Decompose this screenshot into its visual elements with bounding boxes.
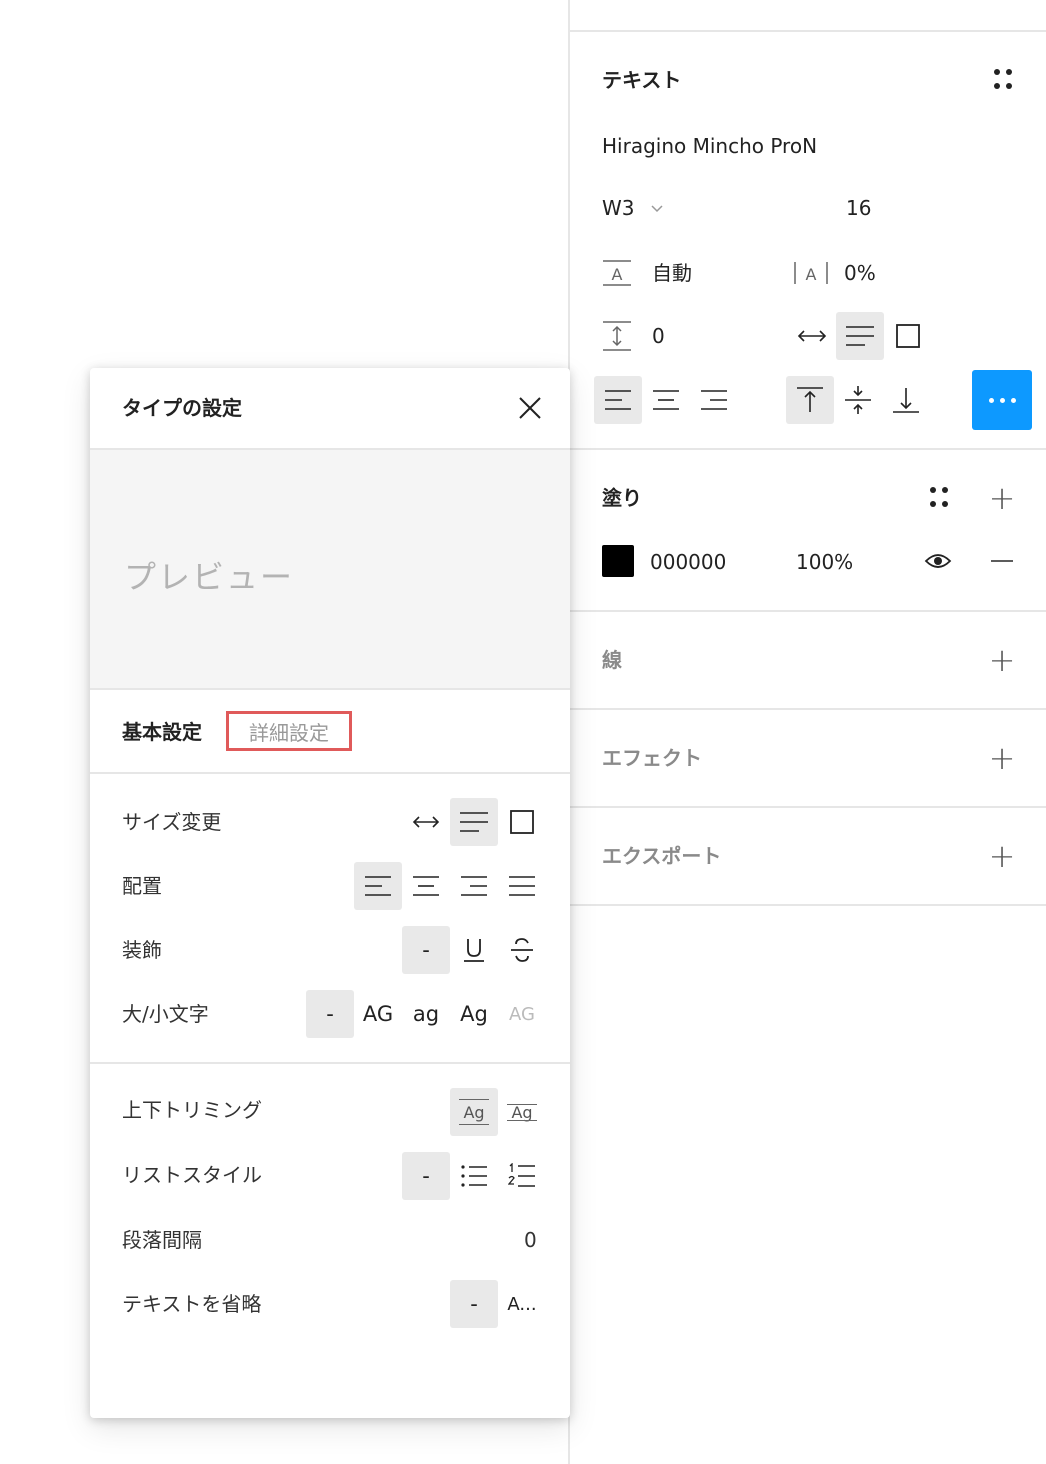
decoration-none-button[interactable]: - <box>402 926 450 974</box>
truncate-label: テキストを省略 <box>122 1292 262 1316</box>
eye-icon[interactable] <box>920 546 956 576</box>
paragraph-spacing-label: 段落間隔 <box>122 1228 202 1252</box>
align-right-icon[interactable] <box>690 376 738 424</box>
case-label: 大/小文字 <box>122 1002 209 1026</box>
remove-fill-icon[interactable] <box>984 546 1020 576</box>
fill-hex-input[interactable]: 000000 <box>650 550 726 574</box>
letter-spacing-icon: A <box>792 258 830 288</box>
trim-standard-label: Ag <box>463 1102 485 1122</box>
font-weight-value: W3 <box>602 196 635 220</box>
type-settings-dialog: タイプの設定 プレビュー 基本設定 詳細設定 サイズ変更 配置 装飾 - 大/小… <box>90 368 570 1418</box>
font-size-input[interactable]: 16 <box>846 196 871 220</box>
divider <box>570 610 1046 612</box>
text-align-left-icon[interactable] <box>354 862 402 910</box>
text-align-justify-icon[interactable] <box>498 862 546 910</box>
add-fill-icon[interactable]: + <box>984 480 1020 516</box>
add-export-icon[interactable]: + <box>984 838 1020 874</box>
paragraph-spacing-input[interactable]: 0 <box>652 324 665 348</box>
type-settings-more-button[interactable] <box>972 370 1032 430</box>
paragraph-spacing-icon <box>602 320 632 352</box>
svg-text:A: A <box>806 265 817 284</box>
align-bottom-icon[interactable] <box>882 376 930 424</box>
resize-label: サイズ変更 <box>122 810 222 834</box>
align-center-icon[interactable] <box>642 376 690 424</box>
truncate-none-button[interactable]: - <box>450 1280 498 1328</box>
list-style-label: リストスタイル <box>122 1163 262 1187</box>
case-titlecase-button[interactable]: Ag <box>450 990 498 1038</box>
divider <box>570 448 1046 450</box>
divider <box>570 30 1046 32</box>
line-height-icon: A <box>602 258 632 288</box>
fill-color-swatch[interactable] <box>602 545 634 577</box>
properties-panel: テキスト Hiragino Mincho ProN W3 16 A 自動 A 0… <box>568 0 1046 1464</box>
divider <box>570 708 1046 710</box>
resize-auto-height-icon[interactable] <box>450 798 498 846</box>
tab-advanced-settings[interactable]: 詳細設定 <box>226 711 352 751</box>
divider <box>570 904 1046 906</box>
divider <box>90 1062 570 1064</box>
resize-auto-width-icon[interactable] <box>402 798 450 846</box>
close-icon[interactable] <box>514 392 546 424</box>
alignment-label: 配置 <box>122 874 162 898</box>
effects-section-title: エフェクト <box>602 746 702 770</box>
tab-basic-settings[interactable]: 基本設定 <box>122 720 202 744</box>
preview-text: プレビュー <box>124 558 295 596</box>
list-none-button[interactable]: - <box>402 1152 450 1200</box>
style-grid-icon[interactable] <box>928 486 950 508</box>
trim-cap-height-button[interactable]: Ag <box>498 1088 546 1136</box>
divider <box>90 772 570 774</box>
align-top-icon[interactable] <box>786 376 834 424</box>
paragraph-spacing-value-input[interactable]: 0 <box>524 1228 537 1252</box>
add-effect-icon[interactable]: + <box>984 740 1020 776</box>
stroke-section-title: 線 <box>602 648 622 672</box>
letter-spacing-input[interactable]: 0% <box>844 261 876 285</box>
add-stroke-icon[interactable]: + <box>984 642 1020 678</box>
vertical-trim-label: 上下トリミング <box>122 1098 262 1122</box>
strikethrough-icon[interactable] <box>498 926 546 974</box>
font-weight-select[interactable]: W3 <box>602 196 635 220</box>
fixed-size-icon[interactable] <box>884 312 932 360</box>
text-align-center-icon[interactable] <box>402 862 450 910</box>
resize-fixed-icon[interactable] <box>498 798 546 846</box>
style-grid-icon[interactable] <box>992 68 1014 90</box>
auto-height-icon[interactable] <box>836 312 884 360</box>
text-section-title: テキスト <box>602 68 682 92</box>
auto-width-icon[interactable] <box>788 312 836 360</box>
fill-opacity-input[interactable]: 100% <box>796 550 853 574</box>
text-align-right-icon[interactable] <box>450 862 498 910</box>
chevron-down-icon[interactable] <box>650 202 664 216</box>
decoration-label: 装飾 <box>122 938 162 962</box>
case-lowercase-button[interactable]: ag <box>402 990 450 1038</box>
dialog-title: タイプの設定 <box>122 396 242 420</box>
font-family-select[interactable]: Hiragino Mincho ProN <box>602 134 817 158</box>
case-smallcaps-button[interactable]: AG <box>498 990 546 1038</box>
bullet-list-icon[interactable] <box>450 1152 498 1200</box>
align-middle-icon[interactable] <box>834 376 882 424</box>
case-none-button[interactable]: - <box>306 990 354 1038</box>
line-height-input[interactable]: 自動 <box>652 261 692 285</box>
svg-text:A: A <box>612 265 623 284</box>
trim-standard-button[interactable]: Ag <box>450 1088 498 1136</box>
numbered-list-icon[interactable] <box>498 1152 546 1200</box>
align-left-icon[interactable] <box>594 376 642 424</box>
preview-area: プレビュー <box>90 448 570 690</box>
case-uppercase-button[interactable]: AG <box>354 990 402 1038</box>
underline-icon[interactable] <box>450 926 498 974</box>
truncate-ellipsis-button[interactable]: A... <box>498 1280 546 1328</box>
trim-cap-label: Ag <box>511 1102 533 1122</box>
export-section-title: エクスポート <box>602 844 722 868</box>
divider <box>570 806 1046 808</box>
fill-section-title: 塗り <box>602 486 642 510</box>
